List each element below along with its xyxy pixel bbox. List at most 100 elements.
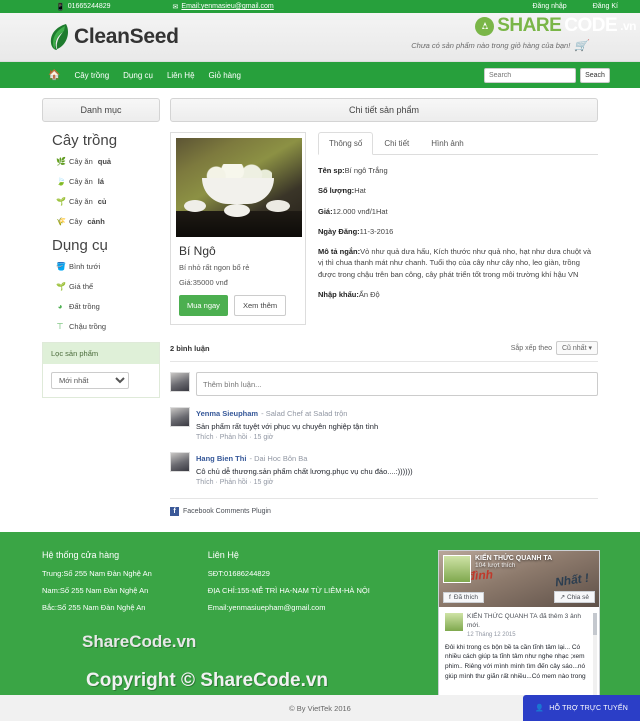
fb-feed-scroll-thumb[interactable] [593,613,597,635]
spec-row-date: Ngày Đăng:11-3-2016 [318,226,598,237]
comment-author[interactable]: Hang Bien Thi [196,454,246,463]
fb-like-button[interactable]: f Đã thích [443,591,485,603]
spec-label: Giá: [318,206,333,216]
sidebar-item-cay-canh[interactable]: 🌾 Cây cảnh [56,217,160,226]
site-header: CleanSeed Chưa có sản phẩm nào trong giỏ… [0,13,640,62]
copyright-text: © By VietTek 2016 [289,703,351,713]
page-root: 📱 01665244829 ✉ Email:yenmasieu@gmail.co… [0,0,640,721]
support-label: HỖ TRỢ TRỰC TUYẾN [549,704,628,712]
product-spec-list: Tên sp:Bí ngô Trắng Số lượng:Hat Giá:12.… [318,165,598,300]
leaf-icon: 🌱 [56,197,66,206]
sidebar-item-binh-tuoi[interactable]: 🪣 Bình tưới [56,262,160,271]
top-utility-bar: 📱 01665244829 ✉ Email:yenmasieu@gmail.co… [0,0,640,13]
tab-hinh-anh[interactable]: Hình ảnh [420,132,474,155]
topbar-email[interactable]: ✉ Email:yenmasieu@gmail.com [173,3,274,11]
search-input[interactable] [484,67,576,83]
bottom-bar: © By VietTek 2016 👤 HỖ TRỢ TRỰC TUYẾN [0,695,640,721]
cart-empty-note: Chưa có sản phẩm nào trong giỏ hàng của … [411,39,588,52]
filter-sort-select[interactable]: Mới nhất [51,372,129,389]
fb-feed-scrollbar[interactable] [593,613,597,701]
spec-value: 11-3-2016 [359,226,394,236]
product-name: Bí Ngô [179,244,216,258]
nav-item-cay-trong[interactable]: Cây trồng [74,71,109,80]
sidebar-list-plants: 🌿 Cây ăn quả 🍃 Cây ăn lá 🌱 Cây ăn củ 🌾 C… [56,157,160,226]
comment-author[interactable]: Yenma Sieupham [196,409,258,418]
login-link[interactable]: Đăng nhập [532,3,566,10]
fb-feed: KIẾN THỨC QUANH TA đã thêm 3 ảnh mới. 12… [439,607,599,707]
main-column: Chi tiết sản phẩm Bí Ngô Bí nhỏ rất ngon… [170,98,598,516]
sidebar-group-title-plants: Cây trồng [52,132,118,149]
topbar-phone: 📱 01665244829 [56,3,111,11]
fb-page-name[interactable]: KIẾN THỨC QUANH TA [475,555,552,562]
sidebar-item-label: Đất trồng [69,302,100,311]
sidebar-item-gia-the[interactable]: 🌱 Giá thể [56,282,160,291]
plugin-label: Facebook Comments Plugin [183,508,271,515]
soil-icon: 🌱 [56,282,66,291]
sidebar-item-label-bold: quả [97,157,112,166]
site-logo[interactable]: CleanSeed [48,22,179,52]
footer-stores-title: Hệ thống cửa hàng [42,550,120,560]
comment-sort-dropdown[interactable]: Cũ nhất ▾ [556,341,598,355]
facebook-icon: f [449,593,451,601]
comment-count: 2 bình luận [170,343,210,353]
leaf-logo-icon [48,22,70,52]
main-panel-title: Chi tiết sản phẩm [170,98,598,122]
product-desc: Bí nhỏ rất ngon bổ rẻ [179,263,250,272]
sidebar-item-cay-an-cu[interactable]: 🌱 Cây ăn củ [56,197,160,206]
online-support-button[interactable]: 👤 HỖ TRỢ TRỰC TUYẾN [523,695,640,721]
topbar-phone-text: 01665244829 [67,3,111,10]
nav-item-gio-hang[interactable]: Giỏ hàng [209,71,241,80]
comment-sort-label: Sắp xếp theo [510,344,552,352]
globe-icon: ◕ [57,302,63,311]
tab-thong-so[interactable]: Thông số [318,132,374,155]
comment-meta[interactable]: Thích · Phản hồi · 15 giờ [196,434,598,441]
cart-note-text: Chưa có sản phẩm nào trong giỏ hàng của … [411,41,571,50]
spec-row-description: Mô tả ngắn:Vỏ như quả dưa hấu, Kích thướ… [318,246,598,280]
product-image-pumpkin [266,200,290,212]
fb-share-button[interactable]: ↗ Chia sẻ [553,591,595,603]
topbar-email-text[interactable]: Email:yenmasieu@gmail.com [181,3,273,10]
home-icon[interactable]: 🏠 [48,70,60,81]
product-image-bowl [202,178,274,204]
buy-now-button[interactable]: Mua ngay [179,295,228,316]
watering-can-icon: 🪣 [56,262,66,271]
product-detail: Thông số Chi tiết Hình ảnh Tên sp:Bí ngô… [318,132,598,325]
register-link[interactable]: Đăng Kí [593,3,618,10]
sidebar-item-cay-an-qua[interactable]: 🌿 Cây ăn quả [56,157,160,166]
spec-label: Ngày Đăng: [318,226,360,236]
product-card[interactable]: Bí Ngô Bí nhỏ rất ngon bổ rẻ Giá:35000 v… [170,132,306,325]
sidebar-item-label-bold: lá [97,177,105,186]
product-price: Giá:35000 vnđ [179,278,228,287]
search-button[interactable]: Seach [580,67,610,83]
leaf-icon: 🌾 [56,217,66,226]
sidebar-item-label: Cây ăn [69,197,93,206]
sidebar-item-label: Giá thể [69,282,94,291]
shopping-cart-icon[interactable]: 🛒 [574,39,588,52]
fb-post-author[interactable]: KIẾN THỨC QUANH TA đã thêm 3 ảnh mới. [467,613,593,631]
chevron-down-icon: ▾ [588,345,592,352]
footer-contact-title: Liên Hệ [207,550,239,560]
nav-item-dung-cu[interactable]: Dụng cụ [123,71,153,80]
tab-chi-tiet[interactable]: Chi tiết [373,132,420,155]
sidebar-item-chau-trong[interactable]: ⊤ Chậu trồng [56,322,160,331]
product-image-pumpkin [184,200,206,212]
sidebar-item-dat-trong[interactable]: ◕ Đất trồng [56,302,160,311]
sidebar-item-label: Cây ăn [69,177,93,186]
footer-contact: Liên Hệ SĐT:01686244829 ĐỊA CHỈ:155-MỄ T… [208,550,370,620]
comment-meta[interactable]: Thích · Phản hồi · 15 giờ [196,479,598,486]
watermark-code: CODE [564,15,618,36]
nav-item-lien-he[interactable]: Liên Hệ [167,71,195,80]
spec-value: Bí ngô Trắng [344,166,388,175]
facebook-comments-plugin[interactable]: f Facebook Comments Plugin [170,498,598,516]
comment-item: Yenma Sieupham - Salad Chef at Salad trộ… [170,407,598,441]
comment-input[interactable] [196,372,598,396]
fb-cover-photo: Gia đình Nhất ! KIẾN THỨC QUANH TA 104 l… [439,551,599,607]
avatar [170,372,190,392]
sidebar-item-cay-an-la[interactable]: 🍃 Cây ăn lá [56,177,160,186]
spec-value: 12.000 vnđ/1Hat [332,206,388,216]
envelope-icon: ✉ [172,3,179,11]
avatar [170,452,190,472]
spec-label: Tên sp: [318,166,345,175]
comment-item: Hang Bien Thi - Dai Hoc Bôn Ba Cô chủ dễ… [170,452,598,486]
view-more-button[interactable]: Xem thêm [233,295,287,316]
